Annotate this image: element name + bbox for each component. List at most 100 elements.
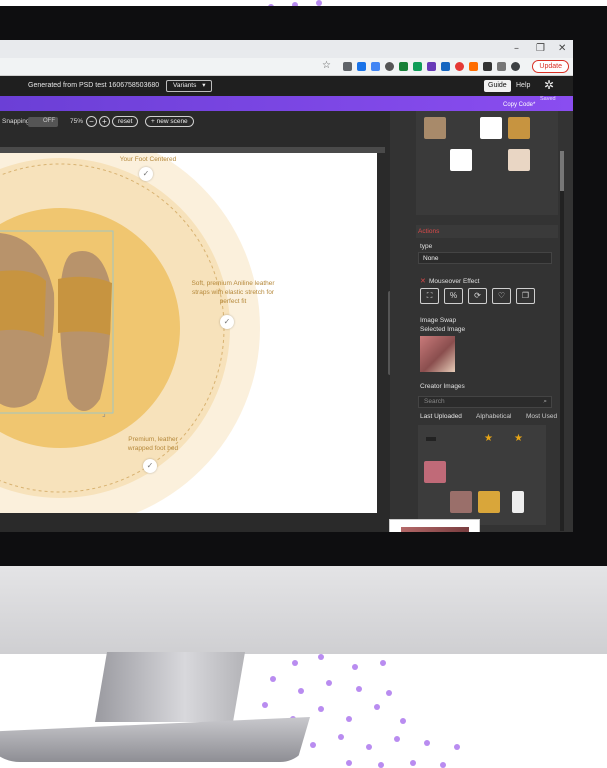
decor-dot (352, 664, 358, 670)
percent-icon[interactable]: % (444, 288, 463, 304)
star-icon[interactable]: ☆ (322, 60, 331, 71)
extension-icon[interactable] (455, 62, 464, 71)
resize-handle-icon[interactable]: ⌟ (102, 409, 106, 418)
decor-dot (346, 760, 352, 766)
sort-option[interactable]: Most Used (526, 413, 557, 420)
type-value: None (423, 255, 439, 262)
update-button[interactable]: Update (532, 60, 569, 73)
decor-dot (292, 660, 298, 666)
actions-header[interactable]: Actions (416, 225, 558, 238)
extension-icon[interactable] (483, 62, 492, 71)
actions-label: Actions (418, 228, 440, 235)
thumbnail[interactable] (450, 149, 472, 171)
sort-option[interactable]: Alphabetical (476, 413, 511, 420)
variants-dropdown[interactable]: Variants ▾ (166, 80, 213, 92)
hotspot-marker[interactable]: ✓ (143, 459, 157, 473)
zoom-in-button[interactable]: + (99, 116, 110, 127)
snapping-toggle[interactable]: OFF (28, 117, 58, 127)
sort-option[interactable]: Last Uploaded (420, 413, 462, 420)
close-icon[interactable]: ✕ (420, 277, 426, 285)
saved-label: Saved (540, 96, 556, 102)
search-placeholder: Search (424, 398, 445, 405)
extension-icon[interactable] (385, 62, 394, 71)
scene-canvas[interactable]: Your Foot Centered ✓ Soft, premium Anili… (0, 153, 377, 513)
decor-dot (326, 680, 332, 686)
star-icon[interactable]: ★ (514, 433, 523, 444)
new-scene-button[interactable]: + new scene (145, 116, 194, 127)
extension-icon[interactable] (357, 62, 366, 71)
type-label: type (420, 243, 433, 250)
decor-dot (262, 702, 268, 708)
star-icon[interactable]: ★ (484, 433, 493, 444)
extension-icon[interactable] (441, 62, 450, 71)
extension-icon[interactable] (371, 62, 380, 71)
document-title: Generated from PSD test 1606758503680 (28, 82, 160, 89)
extension-icon[interactable] (469, 62, 478, 71)
stage: – ❐ ✕ ☆ Update Generated from PSD test 1… (0, 0, 607, 768)
close-button[interactable]: ✕ (558, 43, 566, 54)
search-icon: ⌕ (543, 398, 547, 405)
decor-dot (410, 760, 416, 766)
minimize-button[interactable]: – (514, 43, 519, 54)
hotspot-marker[interactable]: ✓ (139, 167, 153, 181)
hotspot-label: Soft, premium Aniline leather straps wit… (191, 280, 275, 305)
decor-dot (346, 716, 352, 722)
decor-dot (440, 762, 446, 768)
image-swap-label: Image Swap (420, 317, 457, 324)
action-bar: Saved Copy Code* (0, 96, 573, 111)
browser-toolbar: ☆ Update (0, 58, 573, 76)
zoom-out-button[interactable]: − (86, 116, 97, 127)
decor-dot (298, 688, 304, 694)
thumbnail[interactable] (424, 461, 446, 483)
expand-icon[interactable]: ⛶ (420, 288, 439, 304)
creator-image-gallery: ★ ★ (418, 425, 546, 525)
hotspot-label: Premium, leather wrapped foot bed (127, 436, 179, 452)
extension-icon[interactable] (399, 62, 408, 71)
hotspot-label: Your Foot Centered (119, 156, 177, 163)
thumbnail[interactable] (424, 117, 446, 139)
decor-dot (310, 742, 316, 748)
selected-image[interactable] (420, 336, 455, 372)
thumbnail[interactable] (450, 491, 472, 513)
maximize-button[interactable]: ❐ (536, 43, 545, 54)
hotspot-marker[interactable]: ✓ (220, 315, 234, 329)
rotate-icon[interactable]: ⟳ (468, 288, 487, 304)
thumbnail[interactable] (508, 117, 530, 139)
creator-images-label: Creator Images (420, 383, 465, 390)
extension-icon[interactable] (413, 62, 422, 71)
layers-icon[interactable]: ❐ (516, 288, 535, 304)
thumbnail[interactable] (478, 491, 500, 513)
profile-avatar[interactable] (511, 62, 520, 71)
scene-editor: Snapping: OFF 75% − + reset + new scene (0, 111, 392, 532)
decor-dot (270, 676, 276, 682)
variants-label: Variants (173, 82, 197, 89)
decor-dot (318, 654, 324, 660)
copy-code-button[interactable]: Copy Code* (503, 102, 535, 108)
decor-dot (318, 706, 324, 712)
hotspot-image-list (416, 111, 558, 215)
guide-button[interactable]: Guide (484, 80, 511, 92)
decor-dot (424, 740, 430, 746)
chevron-down-icon: ▾ (202, 82, 206, 89)
thumbnail[interactable] (480, 117, 502, 139)
browser-titlebar: – ❐ ✕ (0, 40, 573, 58)
search-input[interactable]: Search ⌕ (418, 396, 552, 408)
type-select[interactable]: None (418, 252, 552, 264)
extension-icon[interactable] (427, 62, 436, 71)
extension-icon[interactable] (497, 62, 506, 71)
thumbnail[interactable] (508, 149, 530, 171)
properties-panel: Actions type None ✕ Mouseover Effect ⛶ %… (390, 111, 573, 532)
gallery-item[interactable] (426, 437, 436, 441)
panel-scrollbar-thumb[interactable] (560, 151, 564, 191)
heart-icon[interactable]: ♡ (492, 288, 511, 304)
panel-scrollbar[interactable] (560, 151, 564, 531)
reset-button[interactable]: reset (112, 116, 139, 127)
mouseover-label: Mouseover Effect (429, 278, 480, 285)
decor-dot (356, 686, 362, 692)
help-link[interactable]: Help (516, 82, 530, 89)
extension-icon[interactable] (343, 62, 352, 71)
decor-dot (454, 744, 460, 750)
selected-image-label: Selected Image (420, 326, 466, 333)
thumbnail[interactable] (512, 491, 524, 513)
gear-icon[interactable]: ✲ (544, 78, 554, 92)
